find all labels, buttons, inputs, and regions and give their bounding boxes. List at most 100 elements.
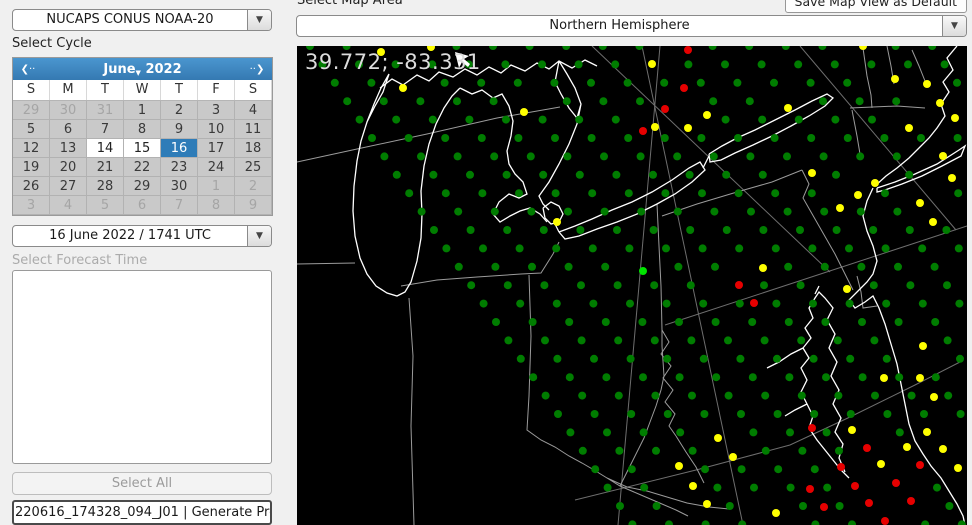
sounding-dot[interactable] xyxy=(598,46,607,50)
sounding-dot[interactable] xyxy=(649,226,658,234)
sounding-dot[interactable] xyxy=(882,354,891,363)
calendar-day-cell[interactable]: 14 xyxy=(87,139,124,158)
sounding-dot[interactable] xyxy=(440,78,449,87)
sounding-dot[interactable] xyxy=(578,391,587,400)
sounding-dot[interactable] xyxy=(953,78,961,87)
sounding-dot[interactable] xyxy=(624,134,633,142)
sounding-dot[interactable] xyxy=(745,46,754,50)
calendar-day-cell[interactable]: 2 xyxy=(235,177,272,196)
sounding-dot[interactable] xyxy=(477,78,486,87)
calendar-day-cell[interactable]: 9 xyxy=(161,120,198,139)
sounding-dot[interactable] xyxy=(956,354,964,363)
calendar-day-cell[interactable]: 9 xyxy=(235,196,272,215)
calendar-day-cell[interactable]: 4 xyxy=(235,101,272,120)
sounding-dot[interactable] xyxy=(856,207,865,216)
calendar-day-cell[interactable]: 13 xyxy=(50,139,87,158)
sounding-dot[interactable] xyxy=(551,134,559,142)
sounding-dot[interactable] xyxy=(660,134,669,142)
sounding-dot[interactable] xyxy=(453,97,461,106)
sounding-dot[interactable] xyxy=(808,169,816,177)
sounding-dot[interactable] xyxy=(868,115,876,124)
sounding-dot[interactable] xyxy=(688,391,696,400)
sounding-dot[interactable] xyxy=(663,354,672,363)
sounding-dot[interactable] xyxy=(857,262,866,271)
sounding-dot[interactable] xyxy=(855,97,864,106)
sounding-dot[interactable] xyxy=(565,373,574,382)
calendar-day-cell[interactable]: 31 xyxy=(87,101,124,120)
sounding-dot[interactable] xyxy=(639,428,648,437)
sounding-dot[interactable] xyxy=(907,391,916,400)
sounding-dot[interactable] xyxy=(796,281,805,290)
sounding-dot[interactable] xyxy=(600,207,609,216)
sounding-dot[interactable] xyxy=(758,170,767,179)
map-area-dropdown[interactable]: Northern Hemisphere ▼ xyxy=(296,15,967,37)
sounding-dot[interactable] xyxy=(627,465,636,474)
calendar-day-cell[interactable]: 22 xyxy=(124,158,161,177)
sounding-dot[interactable] xyxy=(773,410,782,418)
sounding-dot[interactable] xyxy=(869,281,878,290)
sounding-dot[interactable] xyxy=(953,134,962,142)
sounding-dot[interactable] xyxy=(760,336,769,345)
sounding-dot[interactable] xyxy=(701,465,709,474)
sounding-dot[interactable] xyxy=(700,410,709,418)
calendar-day-cell[interactable]: 8 xyxy=(198,196,235,215)
sounding-dot[interactable] xyxy=(392,115,401,124)
sounding-dot[interactable] xyxy=(635,46,644,50)
sounding-dot[interactable] xyxy=(613,281,622,290)
sounding-dot[interactable] xyxy=(954,464,962,472)
sounding-dot[interactable] xyxy=(931,373,940,382)
calendar-day-cell[interactable]: 16 xyxy=(161,139,198,158)
sounding-dot[interactable] xyxy=(956,410,965,418)
sounding-dot[interactable] xyxy=(945,502,954,510)
sounding-dot[interactable] xyxy=(675,462,683,470)
sounding-dot[interactable] xyxy=(380,152,389,161)
sounding-dot[interactable] xyxy=(905,124,913,132)
sounding-dot[interactable] xyxy=(954,189,963,198)
sounding-dot[interactable] xyxy=(652,502,661,510)
sounding-dot[interactable] xyxy=(662,244,670,253)
calendar-day-cell[interactable]: 6 xyxy=(124,196,161,215)
sounding-dot[interactable] xyxy=(574,60,583,69)
sounding-dot[interactable] xyxy=(650,336,659,345)
sounding-dot[interactable] xyxy=(603,483,612,492)
sounding-dot[interactable] xyxy=(881,189,889,198)
sounding-dot[interactable] xyxy=(708,46,717,50)
sounding-dot[interactable] xyxy=(783,152,791,161)
sounding-dot[interactable] xyxy=(368,134,376,142)
sounding-dot[interactable] xyxy=(905,226,914,234)
sounding-dot[interactable] xyxy=(921,520,930,525)
sounding-dot[interactable] xyxy=(588,244,597,253)
sounding-dot[interactable] xyxy=(577,281,585,290)
sounding-dot[interactable] xyxy=(399,84,407,92)
product-dropdown-value[interactable]: NUCAPS CONUS NOAA-20 xyxy=(13,10,247,30)
calendar-day-cell[interactable]: 4 xyxy=(50,196,87,215)
cycle-dropdown-value[interactable]: 16 June 2022 / 1741 UTC xyxy=(13,226,247,246)
sounding-dot[interactable] xyxy=(807,134,816,142)
sounding-dot[interactable] xyxy=(503,281,512,290)
sounding-dot[interactable] xyxy=(892,97,901,106)
sounding-dot[interactable] xyxy=(489,46,497,50)
sounding-dot[interactable] xyxy=(809,354,818,363)
sounding-dot[interactable] xyxy=(520,108,528,116)
sounding-dot[interactable] xyxy=(343,97,352,106)
sounding-dot[interactable] xyxy=(490,152,499,161)
sounding-dot[interactable] xyxy=(893,207,902,216)
sounding-dot[interactable] xyxy=(615,446,624,455)
sounding-dot[interactable] xyxy=(809,299,817,308)
sounding-dot[interactable] xyxy=(515,244,524,253)
sounding-dot[interactable] xyxy=(538,60,546,69)
chevron-down-icon[interactable]: ▼ xyxy=(942,16,966,36)
calendar-year[interactable]: 2022 xyxy=(145,62,181,77)
sounding-dot[interactable] xyxy=(711,262,719,271)
sounding-dot[interactable] xyxy=(930,262,939,271)
calendar-day-cell[interactable]: 3 xyxy=(13,196,50,215)
sounding-dot[interactable] xyxy=(734,134,742,142)
sounding-dot[interactable] xyxy=(490,207,499,216)
sounding-dot[interactable] xyxy=(846,410,855,418)
sounding-dot[interactable] xyxy=(737,465,746,474)
sounding-dot[interactable] xyxy=(770,78,778,87)
sounding-dot[interactable] xyxy=(416,97,425,106)
sounding-map[interactable] xyxy=(297,46,967,525)
sounding-dot[interactable] xyxy=(729,453,737,461)
sounding-dot[interactable] xyxy=(479,299,488,308)
